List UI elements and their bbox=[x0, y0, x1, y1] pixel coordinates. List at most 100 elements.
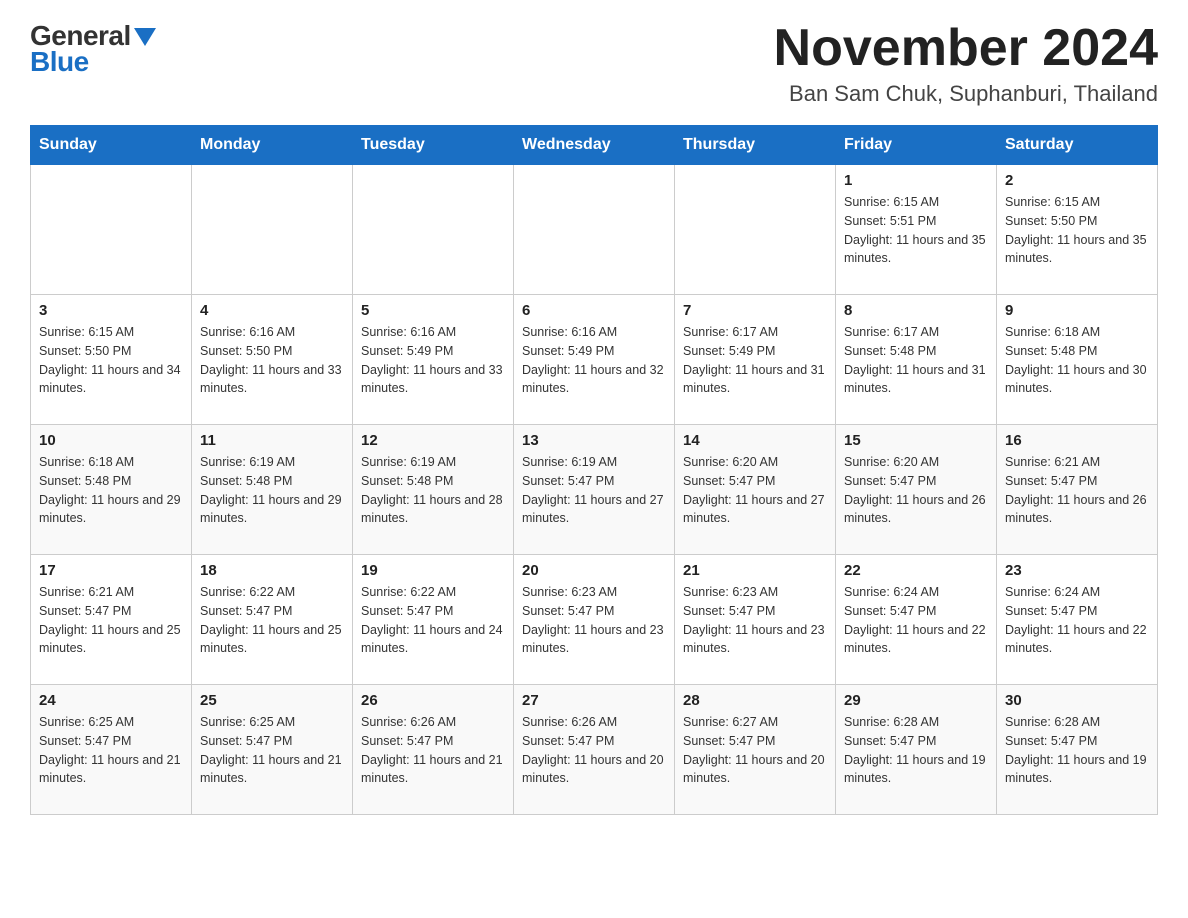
calendar-col-header-monday: Monday bbox=[192, 126, 353, 165]
calendar-week-row: 17 Sunrise: 6:21 AMSunset: 5:47 PMDayligh… bbox=[31, 555, 1158, 685]
month-title: November 2024 bbox=[774, 20, 1158, 77]
location-title: Ban Sam Chuk, Suphanburi, Thailand bbox=[774, 81, 1158, 107]
day-number: 11 bbox=[200, 432, 344, 449]
calendar-week-row: 3 Sunrise: 6:15 AMSunset: 5:50 PMDaylight… bbox=[31, 295, 1158, 425]
calendar-col-header-sunday: Sunday bbox=[31, 126, 192, 165]
calendar-col-header-friday: Friday bbox=[836, 126, 997, 165]
day-info: Sunrise: 6:24 AMSunset: 5:47 PMDaylight:… bbox=[1005, 583, 1149, 658]
day-info: Sunrise: 6:25 AMSunset: 5:47 PMDaylight:… bbox=[39, 713, 183, 788]
day-number: 28 bbox=[683, 692, 827, 709]
calendar-cell bbox=[353, 165, 514, 295]
calendar-cell: 25 Sunrise: 6:25 AMSunset: 5:47 PMDayligh… bbox=[192, 685, 353, 815]
calendar-cell: 18 Sunrise: 6:22 AMSunset: 5:47 PMDayligh… bbox=[192, 555, 353, 685]
day-info: Sunrise: 6:19 AMSunset: 5:47 PMDaylight:… bbox=[522, 453, 666, 528]
day-info: Sunrise: 6:22 AMSunset: 5:47 PMDaylight:… bbox=[200, 583, 344, 658]
day-number: 29 bbox=[844, 692, 988, 709]
day-number: 1 bbox=[844, 172, 988, 189]
day-number: 23 bbox=[1005, 562, 1149, 579]
day-info: Sunrise: 6:18 AMSunset: 5:48 PMDaylight:… bbox=[1005, 323, 1149, 398]
calendar-cell: 4Sunrise: 6:16 AMSunset: 5:50 PMDaylight… bbox=[192, 295, 353, 425]
day-info: Sunrise: 6:15 AMSunset: 5:50 PMDaylight:… bbox=[39, 323, 183, 398]
calendar-col-header-thursday: Thursday bbox=[675, 126, 836, 165]
calendar-table: SundayMondayTuesdayWednesdayThursdayFrid… bbox=[30, 125, 1158, 815]
day-number: 14 bbox=[683, 432, 827, 449]
day-number: 2 bbox=[1005, 172, 1149, 189]
calendar-cell: 7 Sunrise: 6:17 AMSunset: 5:49 PMDaylight… bbox=[675, 295, 836, 425]
day-number: 22 bbox=[844, 562, 988, 579]
calendar-cell: 8 Sunrise: 6:17 AMSunset: 5:48 PMDaylight… bbox=[836, 295, 997, 425]
day-info: Sunrise: 6:15 AMSunset: 5:51 PMDaylight:… bbox=[844, 193, 988, 268]
title-block: November 2024 Ban Sam Chuk, Suphanburi, … bbox=[774, 20, 1158, 107]
day-number: 19 bbox=[361, 562, 505, 579]
day-number: 8 bbox=[844, 302, 988, 319]
day-info: Sunrise: 6:25 AMSunset: 5:47 PMDaylight:… bbox=[200, 713, 344, 788]
calendar-cell: 16Sunrise: 6:21 AMSunset: 5:47 PMDayligh… bbox=[997, 425, 1158, 555]
day-number: 24 bbox=[39, 692, 183, 709]
calendar-cell: 27 Sunrise: 6:26 AMSunset: 5:47 PMDayligh… bbox=[514, 685, 675, 815]
day-info: Sunrise: 6:23 AMSunset: 5:47 PMDaylight:… bbox=[522, 583, 666, 658]
day-number: 3 bbox=[39, 302, 183, 319]
calendar-cell: 30 Sunrise: 6:28 AMSunset: 5:47 PMDayligh… bbox=[997, 685, 1158, 815]
day-number: 5 bbox=[361, 302, 505, 319]
calendar-cell: 24 Sunrise: 6:25 AMSunset: 5:47 PMDayligh… bbox=[31, 685, 192, 815]
calendar-cell: 3 Sunrise: 6:15 AMSunset: 5:50 PMDaylight… bbox=[31, 295, 192, 425]
calendar-col-header-wednesday: Wednesday bbox=[514, 126, 675, 165]
day-number: 21 bbox=[683, 562, 827, 579]
day-info: Sunrise: 6:22 AMSunset: 5:47 PMDaylight:… bbox=[361, 583, 505, 658]
day-info: Sunrise: 6:16 AMSunset: 5:49 PMDaylight:… bbox=[361, 323, 505, 398]
day-number: 18 bbox=[200, 562, 344, 579]
calendar-cell: 28 Sunrise: 6:27 AMSunset: 5:47 PMDayligh… bbox=[675, 685, 836, 815]
calendar-cell: 10 Sunrise: 6:18 AMSunset: 5:48 PMDayligh… bbox=[31, 425, 192, 555]
calendar-cell bbox=[31, 165, 192, 295]
day-number: 26 bbox=[361, 692, 505, 709]
calendar-cell: 22 Sunrise: 6:24 AMSunset: 5:47 PMDayligh… bbox=[836, 555, 997, 685]
calendar-cell: 21 Sunrise: 6:23 AMSunset: 5:47 PMDayligh… bbox=[675, 555, 836, 685]
day-number: 20 bbox=[522, 562, 666, 579]
calendar-cell: 2Sunrise: 6:15 AMSunset: 5:50 PMDaylight… bbox=[997, 165, 1158, 295]
day-number: 12 bbox=[361, 432, 505, 449]
day-info: Sunrise: 6:16 AMSunset: 5:50 PMDaylight:… bbox=[200, 323, 344, 398]
calendar-header-row: SundayMondayTuesdayWednesdayThursdayFrid… bbox=[31, 126, 1158, 165]
day-number: 13 bbox=[522, 432, 666, 449]
day-number: 6 bbox=[522, 302, 666, 319]
calendar-week-row: 24 Sunrise: 6:25 AMSunset: 5:47 PMDayligh… bbox=[31, 685, 1158, 815]
calendar-cell bbox=[675, 165, 836, 295]
calendar-cell: 1 Sunrise: 6:15 AMSunset: 5:51 PMDaylight… bbox=[836, 165, 997, 295]
day-info: Sunrise: 6:20 AMSunset: 5:47 PMDaylight:… bbox=[683, 453, 827, 528]
day-number: 9 bbox=[1005, 302, 1149, 319]
day-number: 27 bbox=[522, 692, 666, 709]
day-info: Sunrise: 6:17 AMSunset: 5:49 PMDaylight:… bbox=[683, 323, 827, 398]
day-info: Sunrise: 6:26 AMSunset: 5:47 PMDaylight:… bbox=[522, 713, 666, 788]
logo-triangle-icon bbox=[134, 28, 156, 46]
day-number: 30 bbox=[1005, 692, 1149, 709]
calendar-week-row: 10 Sunrise: 6:18 AMSunset: 5:48 PMDayligh… bbox=[31, 425, 1158, 555]
day-info: Sunrise: 6:19 AMSunset: 5:48 PMDaylight:… bbox=[361, 453, 505, 528]
day-info: Sunrise: 6:27 AMSunset: 5:47 PMDaylight:… bbox=[683, 713, 827, 788]
calendar-cell: 17 Sunrise: 6:21 AMSunset: 5:47 PMDayligh… bbox=[31, 555, 192, 685]
day-info: Sunrise: 6:21 AMSunset: 5:47 PMDaylight:… bbox=[39, 583, 183, 658]
day-number: 7 bbox=[683, 302, 827, 319]
day-info: Sunrise: 6:28 AMSunset: 5:47 PMDaylight:… bbox=[844, 713, 988, 788]
calendar-week-row: 1 Sunrise: 6:15 AMSunset: 5:51 PMDaylight… bbox=[31, 165, 1158, 295]
day-info: Sunrise: 6:16 AMSunset: 5:49 PMDaylight:… bbox=[522, 323, 666, 398]
calendar-cell: 14 Sunrise: 6:20 AMSunset: 5:47 PMDayligh… bbox=[675, 425, 836, 555]
day-info: Sunrise: 6:23 AMSunset: 5:47 PMDaylight:… bbox=[683, 583, 827, 658]
calendar-cell: 23 Sunrise: 6:24 AMSunset: 5:47 PMDayligh… bbox=[997, 555, 1158, 685]
calendar-cell: 5 Sunrise: 6:16 AMSunset: 5:49 PMDaylight… bbox=[353, 295, 514, 425]
logo-blue-text: Blue bbox=[30, 46, 89, 78]
day-info: Sunrise: 6:19 AMSunset: 5:48 PMDaylight:… bbox=[200, 453, 344, 528]
day-info: Sunrise: 6:26 AMSunset: 5:47 PMDaylight:… bbox=[361, 713, 505, 788]
day-info: Sunrise: 6:24 AMSunset: 5:47 PMDaylight:… bbox=[844, 583, 988, 658]
calendar-cell: 6 Sunrise: 6:16 AMSunset: 5:49 PMDaylight… bbox=[514, 295, 675, 425]
day-info: Sunrise: 6:28 AMSunset: 5:47 PMDaylight:… bbox=[1005, 713, 1149, 788]
day-info: Sunrise: 6:17 AMSunset: 5:48 PMDaylight:… bbox=[844, 323, 988, 398]
calendar-cell bbox=[192, 165, 353, 295]
day-info: Sunrise: 6:18 AMSunset: 5:48 PMDaylight:… bbox=[39, 453, 183, 528]
day-number: 17 bbox=[39, 562, 183, 579]
day-number: 10 bbox=[39, 432, 183, 449]
day-number: 25 bbox=[200, 692, 344, 709]
calendar-cell: 29 Sunrise: 6:28 AMSunset: 5:47 PMDayligh… bbox=[836, 685, 997, 815]
calendar-cell bbox=[514, 165, 675, 295]
calendar-col-header-saturday: Saturday bbox=[997, 126, 1158, 165]
calendar-cell: 13 Sunrise: 6:19 AMSunset: 5:47 PMDayligh… bbox=[514, 425, 675, 555]
